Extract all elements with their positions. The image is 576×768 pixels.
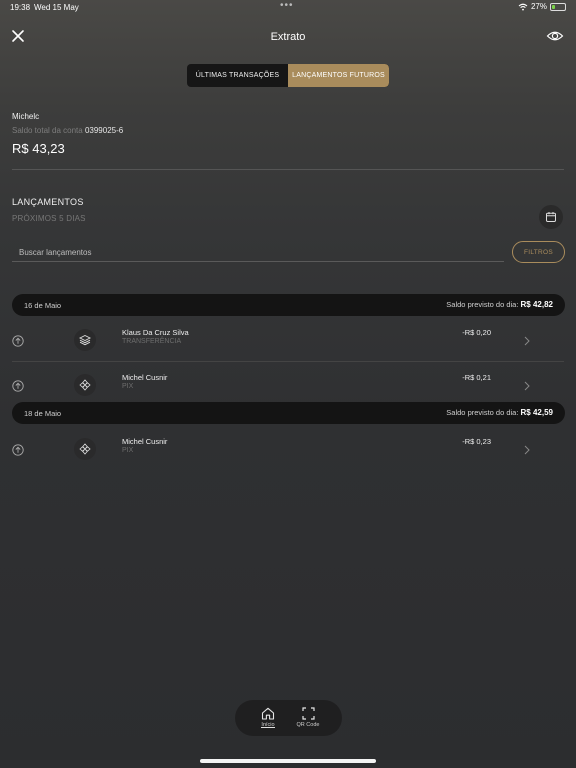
nav-item-home[interactable]: Início: [250, 707, 286, 728]
transaction-row[interactable]: Klaus Da Cruz Silva TRANSFERÊNCIA -R$ 0,…: [0, 323, 576, 361]
eye-icon: [546, 31, 564, 41]
transaction-kind: TRANSFERÊNCIA: [122, 338, 182, 345]
section-title: LANÇAMENTOS: [12, 197, 84, 207]
forecast-label: Saldo previsto do dia:: [446, 300, 519, 309]
nav-item-qr-code[interactable]: QR Code: [290, 707, 326, 728]
bottom-navigation: Início QR Code: [235, 700, 342, 736]
layers-icon: [79, 334, 91, 346]
calendar-icon: [546, 212, 556, 223]
day-date: 16 de Maio: [24, 301, 62, 310]
pix-icon: [79, 379, 91, 391]
chevron-right-icon: [524, 336, 530, 346]
forecast-value: R$ 42,82: [520, 300, 553, 309]
pix-icon: [79, 443, 91, 455]
transaction-name: Michel Cusnir: [122, 373, 168, 382]
wifi-icon: [518, 3, 528, 10]
outgoing-arrow-icon: [12, 380, 24, 392]
battery-icon: [550, 2, 566, 11]
account-info: Saldo total da conta 0399025-6: [12, 126, 123, 135]
balance-label: Saldo total da conta: [12, 126, 83, 135]
day-header: 16 de Maio Saldo previsto do dia: R$ 42,…: [12, 294, 565, 316]
filters-button[interactable]: FILTROS: [512, 241, 565, 263]
transaction-row[interactable]: Michel Cusnir PIX -R$ 0,23: [0, 432, 576, 470]
transaction-kind: PIX: [122, 383, 134, 390]
forecast-label: Saldo previsto do dia:: [446, 408, 519, 417]
chevron-right-icon: [524, 445, 530, 455]
page-title: Extrato: [270, 31, 306, 43]
transaction-type-badge: [74, 329, 96, 351]
multitasking-dots-icon[interactable]: •••: [280, 0, 294, 11]
forecast-value: R$ 42,59: [520, 408, 553, 417]
day-forecast: Saldo previsto do dia: R$ 42,82: [446, 300, 553, 309]
account-number: 0399025-6: [84, 126, 124, 135]
home-indicator[interactable]: [200, 759, 376, 763]
section-subtitle: PRÓXIMOS 5 DIAS: [12, 214, 86, 223]
transaction-amount: -R$ 0,21: [462, 373, 491, 382]
day-header: 18 de Maio Saldo previsto do dia: R$ 42,…: [12, 402, 565, 424]
outgoing-arrow-icon: [12, 444, 24, 456]
account-balance: R$ 43,23: [12, 141, 65, 156]
transaction-type-badge: [74, 374, 96, 396]
account-holder-name: Michelc: [12, 112, 40, 121]
toggle-visibility-button[interactable]: [546, 28, 564, 44]
chevron-right-icon: [524, 381, 530, 391]
nav-label: QR Code: [296, 722, 320, 728]
transaction-amount: -R$ 0,23: [462, 437, 491, 446]
outgoing-arrow-icon: [12, 335, 24, 347]
status-date: Wed 15 May: [34, 3, 79, 12]
transaction-amount: -R$ 0,20: [462, 328, 491, 337]
tab-latest-transactions[interactable]: ÚLTIMAS TRANSAÇÕES: [187, 64, 288, 87]
transaction-name: Michel Cusnir: [122, 437, 168, 446]
transaction-row[interactable]: Michel Cusnir PIX -R$ 0,21: [0, 368, 576, 406]
transaction-kind: PIX: [122, 447, 134, 454]
status-time: 19:38: [10, 3, 31, 12]
transaction-type-badge: [74, 438, 96, 460]
calendar-button[interactable]: [539, 205, 563, 229]
status-indicators: 27%: [518, 2, 566, 11]
search-input[interactable]: Buscar lançamentos: [12, 240, 504, 262]
tab-future-entries[interactable]: LANÇAMENTOS FUTUROS: [288, 64, 389, 87]
day-forecast: Saldo previsto do dia: R$ 42,59: [446, 408, 553, 417]
qr-scan-icon: [301, 707, 315, 720]
divider: [12, 169, 564, 170]
transaction-name: Klaus Da Cruz Silva: [122, 328, 189, 337]
active-nav-indicator: [261, 727, 275, 728]
statement-tabs: ÚLTIMAS TRANSAÇÕES LANÇAMENTOS FUTUROS: [187, 64, 389, 87]
battery-percent: 27%: [530, 2, 547, 11]
row-divider: [12, 361, 564, 362]
home-icon: [261, 707, 275, 720]
day-date: 18 de Maio: [24, 409, 62, 418]
